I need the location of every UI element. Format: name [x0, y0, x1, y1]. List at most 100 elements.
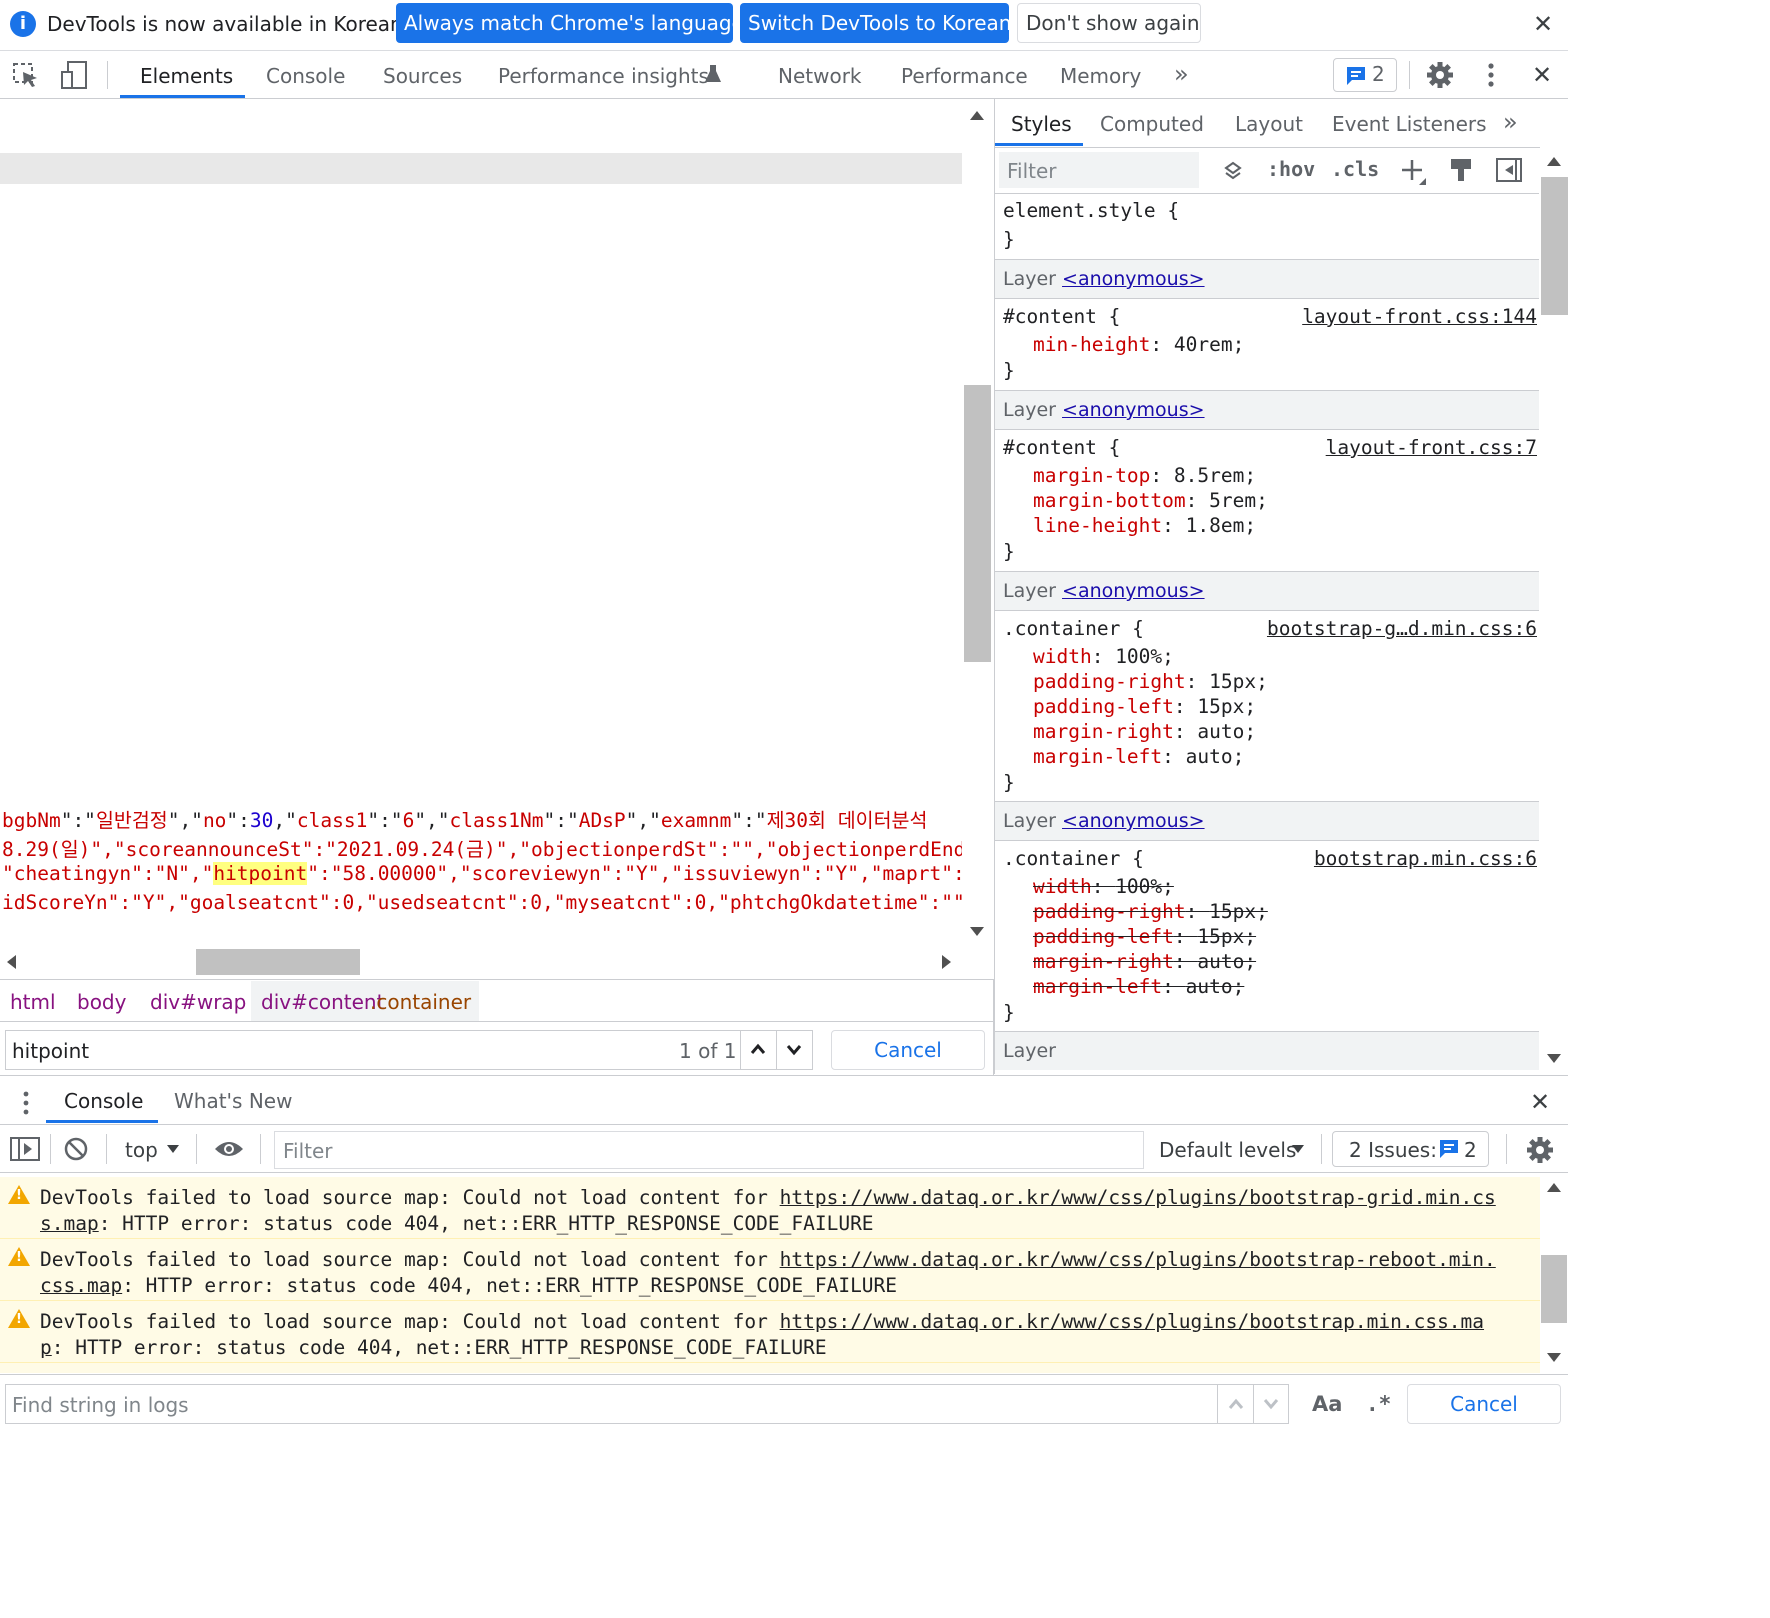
style-property[interactable]: margin-top: 8.5rem;: [1033, 464, 1256, 487]
source-map-link[interactable]: https://www.dataq.or.kr/www/css/plugins/…: [780, 1248, 1496, 1271]
scrollbar-thumb[interactable]: [1541, 1255, 1567, 1323]
layer-anonymous-link[interactable]: <anonymous>: [1062, 399, 1205, 421]
elements-dom-tree[interactable]: bgbNm":"일반검정","no":30,"class1":"6","clas…: [0, 99, 962, 947]
layer-anonymous-link[interactable]: <anonymous>: [1062, 268, 1205, 290]
tab-styles[interactable]: Styles: [1011, 99, 1072, 146]
tab-network[interactable]: Network: [778, 51, 862, 98]
style-property[interactable]: line-height: 1.8em;: [1033, 514, 1256, 537]
drawer-menu-kebab-icon[interactable]: [20, 1090, 32, 1116]
next-match-chevron-down-icon[interactable]: [786, 1043, 802, 1057]
more-tabs-chevron-icon[interactable]: »: [1174, 51, 1189, 98]
rule-source-link[interactable]: bootstrap-g…d.min.css:6: [1267, 617, 1537, 640]
class-toggle[interactable]: .cls: [1331, 157, 1379, 181]
overridden-style-property[interactable]: margin-right: auto;: [1033, 950, 1256, 973]
style-property[interactable]: margin-left: auto;: [1033, 745, 1244, 768]
context-dropdown-caret-icon[interactable]: [166, 1144, 180, 1154]
style-property[interactable]: min-height: 40rem;: [1033, 333, 1244, 356]
source-map-link[interactable]: s.map: [40, 1212, 99, 1235]
rule-source-link[interactable]: layout-front.css:7: [1326, 436, 1537, 459]
rule-selector[interactable]: .container {: [1003, 617, 1144, 640]
rule-selector[interactable]: #content {: [1003, 436, 1120, 459]
scrollbar-thumb[interactable]: [964, 385, 991, 662]
tab-sources[interactable]: Sources: [383, 51, 462, 98]
tab-computed[interactable]: Computed: [1100, 99, 1204, 146]
toggle-sidebar-icon[interactable]: [1495, 157, 1523, 183]
scroll-down-arrow-icon[interactable]: [1547, 1054, 1561, 1063]
breadcrumb-body[interactable]: body: [77, 990, 126, 1014]
scroll-down-arrow-icon[interactable]: [970, 927, 984, 936]
breadcrumb-div-wrap[interactable]: div#wrap: [150, 990, 246, 1014]
find-in-logs-input[interactable]: Find string in logs: [5, 1384, 1289, 1424]
element-style-selector[interactable]: element.style {: [1003, 199, 1179, 222]
style-property[interactable]: padding-left: 15px;: [1033, 695, 1256, 718]
console-warning-message[interactable]: ! DevTools failed to load source map: Co…: [0, 1177, 1540, 1239]
device-toolbar-icon[interactable]: [60, 60, 90, 90]
scrollbar-thumb[interactable]: [196, 949, 360, 975]
find-previous-chevron-up-icon[interactable]: [1228, 1397, 1244, 1411]
overridden-style-property[interactable]: padding-right: 15px;: [1033, 900, 1268, 923]
scroll-down-arrow-icon[interactable]: [1547, 1353, 1561, 1362]
source-map-link[interactable]: https://www.dataq.or.kr/www/css/plugins/…: [780, 1186, 1496, 1209]
rule-selector[interactable]: .container {: [1003, 847, 1144, 870]
overridden-style-property[interactable]: margin-left: auto;: [1033, 975, 1244, 998]
scroll-right-arrow-icon[interactable]: [942, 955, 951, 969]
overridden-style-property[interactable]: padding-left: 15px;: [1033, 925, 1256, 948]
drawer-tab-console[interactable]: Console: [64, 1076, 143, 1123]
console-filter-input[interactable]: Filter: [274, 1131, 1144, 1169]
tab-layout[interactable]: Layout: [1235, 99, 1303, 146]
issues-counter-button[interactable]: 2: [1333, 58, 1397, 92]
show-sidebar-icon[interactable]: [10, 1137, 40, 1161]
drawer-tab-whats-new[interactable]: What's New: [174, 1076, 292, 1123]
more-options-kebab-icon[interactable]: [1484, 61, 1498, 89]
element-state-paint-icon[interactable]: [1449, 157, 1473, 183]
breadcrumb-current[interactable]: div#content .container: [251, 981, 479, 1021]
close-drawer-icon[interactable]: ✕: [1530, 1090, 1550, 1114]
console-warning-message[interactable]: ! DevTools failed to load source map: Co…: [0, 1301, 1540, 1363]
layer-anonymous-link[interactable]: <anonymous>: [1062, 810, 1205, 832]
dom-search-input[interactable]: hitpoint 1 of 1: [5, 1030, 813, 1070]
more-subtabs-chevron-icon[interactable]: »: [1503, 99, 1518, 146]
close-devtools-icon[interactable]: ✕: [1532, 63, 1552, 87]
regex-toggle[interactable]: .*: [1366, 1392, 1391, 1416]
elements-horizontal-scrollbar[interactable]: [0, 947, 962, 978]
tab-performance-insights[interactable]: Performance insights: [498, 51, 709, 98]
cancel-search-button[interactable]: Cancel: [831, 1030, 985, 1070]
log-levels-dropdown[interactable]: Default levels: [1159, 1138, 1296, 1162]
console-vertical-scrollbar[interactable]: [1540, 1173, 1568, 1373]
scroll-up-arrow-icon[interactable]: [970, 111, 984, 120]
layer-anonymous-link[interactable]: <anonymous>: [1062, 580, 1205, 602]
source-map-link[interactable]: css.map: [40, 1274, 122, 1297]
rule-source-link[interactable]: layout-front.css:144: [1302, 305, 1537, 328]
always-match-language-button[interactable]: Always match Chrome's language: [396, 3, 744, 43]
styles-vertical-scrollbar[interactable]: [1540, 147, 1569, 1074]
previous-match-chevron-up-icon[interactable]: [750, 1042, 766, 1056]
tab-event-listeners[interactable]: Event Listeners: [1332, 99, 1487, 146]
settings-gear-icon[interactable]: [1426, 61, 1454, 89]
find-next-chevron-down-icon[interactable]: [1263, 1397, 1279, 1411]
tab-elements[interactable]: Elements: [140, 51, 233, 98]
live-expression-eye-icon[interactable]: [214, 1140, 244, 1158]
toggle-layers-icon[interactable]: [1223, 161, 1243, 181]
rule-selector[interactable]: #content {: [1003, 305, 1120, 328]
switch-to-korean-button[interactable]: Switch DevTools to Korean: [740, 3, 1011, 43]
scroll-left-arrow-icon[interactable]: [7, 955, 16, 969]
rule-source-link[interactable]: bootstrap.min.css:6: [1314, 847, 1537, 870]
scrollbar-thumb[interactable]: [1541, 177, 1568, 315]
styles-filter-input[interactable]: Filter: [999, 152, 1199, 188]
source-map-link[interactable]: https://www.dataq.or.kr/www/css/plugins/…: [780, 1310, 1484, 1333]
scroll-up-arrow-icon[interactable]: [1547, 157, 1561, 166]
context-selector[interactable]: top: [125, 1138, 158, 1162]
console-warning-message[interactable]: ! DevTools failed to load source map: Co…: [0, 1239, 1540, 1301]
tab-console[interactable]: Console: [266, 51, 345, 98]
clear-console-icon[interactable]: [64, 1137, 88, 1161]
tab-memory[interactable]: Memory: [1060, 51, 1141, 98]
dont-show-again-button[interactable]: Don't show again: [1017, 3, 1201, 43]
new-style-rule-plus-icon[interactable]: [1401, 158, 1427, 186]
elements-vertical-scrollbar[interactable]: [963, 99, 992, 947]
style-property[interactable]: margin-right: auto;: [1033, 720, 1256, 743]
tab-performance[interactable]: Performance: [901, 51, 1028, 98]
levels-dropdown-caret-icon[interactable]: [1291, 1144, 1305, 1154]
console-settings-gear-icon[interactable]: [1526, 1136, 1554, 1164]
scroll-up-arrow-icon[interactable]: [1547, 1183, 1561, 1192]
inspect-element-icon[interactable]: [13, 63, 41, 89]
